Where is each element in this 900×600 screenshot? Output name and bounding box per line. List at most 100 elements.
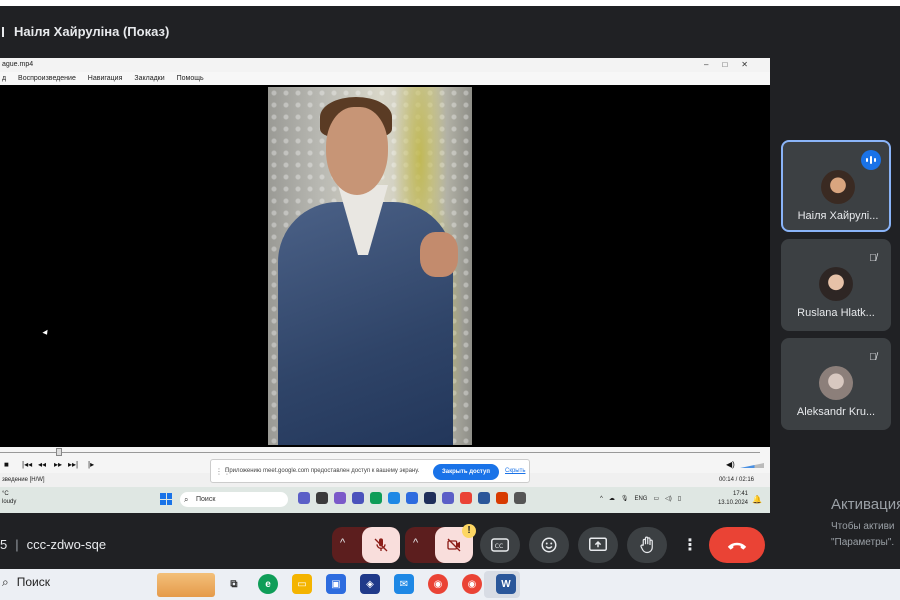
video-area	[0, 85, 770, 447]
captions-button[interactable]: CC	[480, 527, 520, 563]
participant-name: Наіля Хайрулі...	[797, 210, 879, 222]
next-icon: ▸▸|	[68, 460, 79, 469]
shared-search-label: Поиск	[196, 496, 216, 503]
battery-icon: ▯	[677, 496, 682, 502]
frame-step-icon: |▸	[88, 460, 95, 469]
participant-name: Aleksandr Kru...	[796, 406, 876, 418]
edge-icon	[370, 492, 382, 504]
activation-line-2: "Параметры".	[831, 537, 895, 548]
store-icon[interactable]: ▣	[326, 574, 346, 594]
player-time: 00:14 / 02:16	[718, 477, 754, 483]
activation-watermark: Активация Чтобы активи "Параметры".	[831, 496, 900, 551]
more-options-button[interactable]: ⋮	[676, 527, 704, 563]
task-view-icon	[316, 492, 328, 504]
avatar	[819, 267, 853, 301]
weather-desc: loudy	[2, 499, 17, 505]
seek-bar	[0, 447, 770, 457]
player-menu-item: д	[2, 75, 7, 82]
player-menu-item: Закладки	[134, 75, 165, 82]
teams-icon	[298, 492, 310, 504]
search-icon: ⌕	[184, 495, 189, 504]
store-icon	[406, 492, 418, 504]
meeting-info: 5 | ccc-zdwo-sqe	[0, 537, 107, 552]
speaker-icon: ◁)	[665, 496, 672, 502]
captions-icon: CC	[491, 538, 509, 552]
taskbar-search-label: Поиск	[16, 575, 50, 589]
meet-window: Наіля Хайруліна (Показ) ague.mp4 –□✕ д В…	[0, 6, 900, 569]
file-explorer-icon[interactable]: ▭	[292, 574, 312, 594]
copilot-icon	[334, 492, 346, 504]
windows-start-icon	[160, 493, 172, 505]
activation-line-1: Чтобы активи	[831, 521, 895, 532]
warning-badge-icon: !	[462, 524, 476, 538]
mic-off-icon: 🎙̸	[863, 249, 883, 269]
raise-hand-button[interactable]	[627, 527, 667, 563]
hide-notice-link: Скрыть	[505, 468, 526, 474]
mic-off-icon: 🎙̸	[863, 348, 883, 368]
mouse-cursor-icon	[42, 329, 50, 337]
mic-options-chevron-icon[interactable]: ^	[340, 537, 345, 549]
shared-system-tray: ^ ☁ 🎙 ENG ▭ ◁) ▯	[600, 495, 682, 503]
speaking-indicator-icon	[861, 150, 881, 170]
volume-icon: ◀)	[726, 460, 735, 469]
svg-text:CC: CC	[495, 543, 503, 550]
clock-time: 17:41	[732, 491, 748, 497]
meeting-time: 5	[0, 537, 8, 552]
activation-title: Активация	[831, 496, 900, 513]
shared-taskbar: °C loudy ⌕ Поиск ^ ☁ 🎙 ENG ▭ ◁) ▯ 17:41 …	[0, 487, 770, 513]
stop-icon: ■	[4, 460, 9, 469]
participant-name: Ruslana Hlatk...	[797, 307, 875, 319]
reactions-button[interactable]	[529, 527, 569, 563]
word-icon[interactable]: W	[496, 574, 516, 594]
presentation-icon	[2, 27, 8, 37]
taskbar-search[interactable]: ⌕ Поиск	[2, 575, 50, 590]
prev-icon: |◂◂	[22, 460, 33, 469]
chrome-profile-icon[interactable]: ◉	[462, 574, 482, 594]
mail-icon	[388, 492, 400, 504]
edge-icon[interactable]: e	[258, 574, 278, 594]
presenter-title-text: Наіля Хайруліна (Показ)	[14, 24, 170, 39]
rewind-icon: ◂◂	[38, 460, 47, 469]
avatar	[821, 170, 855, 204]
player-menu-item: Воспроизведение	[18, 75, 76, 82]
player-file-title: ague.mp4	[2, 61, 34, 68]
chrome-icon[interactable]: ◉	[428, 574, 448, 594]
chrome-icon	[460, 492, 472, 504]
hand-icon	[640, 536, 653, 554]
clock-date: 13.10.2024	[717, 500, 748, 506]
shared-clock: 17:41 13.10.2024	[716, 490, 748, 508]
avatar	[819, 366, 853, 400]
word-icon	[478, 492, 490, 504]
volume-slider	[740, 463, 764, 468]
participant-tile[interactable]: 🎙̸ Aleksandr Kru...	[781, 338, 891, 430]
player-menu-item: Навигация	[87, 75, 123, 82]
mic-off-icon	[374, 538, 388, 552]
task-view-icon[interactable]: ⧉	[224, 574, 244, 594]
player-titlebar: ague.mp4 –□✕	[0, 58, 770, 72]
camera-off-icon	[447, 538, 461, 552]
search-icon: ⌕	[2, 575, 9, 589]
player-menubar: д Воспроизведение Навигация Закладки Пом…	[0, 72, 770, 85]
video-frame	[268, 87, 472, 445]
network-icon: ▭	[653, 496, 660, 502]
shared-screen: ague.mp4 –□✕ д Воспроизведение Навигация…	[0, 58, 770, 513]
security-icon[interactable]: ◈	[360, 574, 380, 594]
hang-up-icon	[727, 542, 747, 550]
share-notice-message: Приложению meet.google.com предоставлен …	[225, 468, 420, 474]
player-menu-item: Помощь	[176, 75, 204, 82]
leave-call-button[interactable]	[709, 527, 765, 563]
present-button[interactable]	[578, 527, 618, 563]
camera-options-chevron-icon[interactable]: ^	[413, 537, 418, 549]
seek-thumb	[56, 448, 62, 456]
mail-icon[interactable]: ✉	[394, 574, 414, 594]
forward-icon: ▸▸	[54, 460, 63, 469]
shared-search-box: ⌕ Поиск	[180, 492, 288, 507]
participant-tile[interactable]: Наіля Хайрулі...	[781, 140, 891, 232]
cloud-icon: ☁	[608, 496, 615, 502]
screen-share-notice: ⋮⋮ Приложению meet.google.com предоставл…	[210, 459, 530, 483]
mic-toggle-button[interactable]	[362, 527, 400, 563]
participant-tile[interactable]: 🎙̸ Ruslana Hlatk...	[781, 239, 891, 331]
presenter-title: Наіля Хайруліна (Показ)	[2, 24, 169, 39]
widgets-button[interactable]	[157, 573, 215, 597]
windows-taskbar: ⌕ Поиск ⧉ e ▭ ▣ ◈ ✉ ◉ ◉ W	[0, 569, 900, 600]
